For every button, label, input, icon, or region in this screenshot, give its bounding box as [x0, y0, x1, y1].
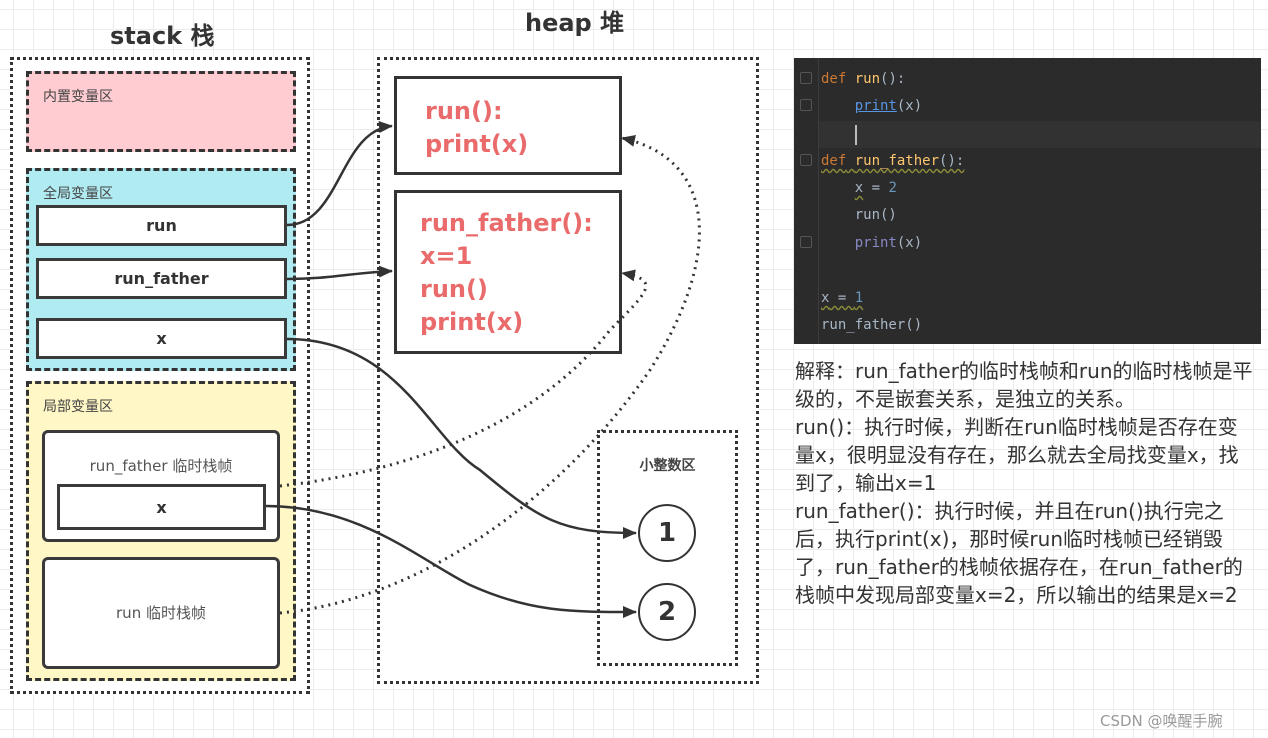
- small-int-2[interactable]: 2: [638, 583, 696, 641]
- fold-icon[interactable]: [800, 154, 812, 166]
- run-father-frame-label: run_father 临时栈帧: [89, 457, 233, 475]
- local-zone-label: 局部变量区: [43, 399, 113, 415]
- explanation-paragraph: run()：执行时候，判断在run临时栈帧是否存在变量x，很明显没有存在，那么就…: [795, 415, 1239, 495]
- fold-icon[interactable]: [800, 72, 812, 84]
- heap-object-run[interactable]: run(): print(x): [394, 76, 622, 175]
- run-frame-label: run 临时栈帧: [116, 604, 206, 622]
- heap-run-father-line: print(x): [420, 308, 524, 336]
- small-int-1[interactable]: 1: [638, 504, 696, 562]
- local-var-x[interactable]: x: [57, 484, 266, 530]
- global-var-run[interactable]: run: [36, 205, 287, 246]
- global-zone-label: 全局变量区: [43, 186, 113, 202]
- explanation-text: 解释：run_father的临时栈帧和run的临时栈帧是平级的，不是嵌套关系，是…: [795, 357, 1255, 609]
- builtin-zone-label: 内置变量区: [43, 89, 113, 105]
- stack-title: stack 栈: [110, 22, 215, 50]
- watermark: CSDN @唤醒手腕: [1100, 712, 1223, 730]
- code-line: run(): [854, 207, 897, 223]
- fold-icon[interactable]: [800, 236, 812, 248]
- heap-title: heap 堆: [525, 9, 625, 37]
- heap-run-line: run():: [425, 97, 503, 125]
- code-line: run_father(): [821, 317, 923, 333]
- global-var-run-father[interactable]: run_father: [36, 258, 287, 299]
- heap-object-run-father[interactable]: run_father(): x=1 run() print(x): [394, 190, 622, 354]
- code-line: print(x): [854, 98, 923, 114]
- explanation-paragraph: 解释：run_father的临时栈帧和run的临时栈帧是平级的，不是嵌套关系，是…: [795, 359, 1253, 411]
- current-line-highlight: [819, 121, 1261, 148]
- fold-icon[interactable]: [800, 99, 812, 111]
- code-line: x = 1: [821, 290, 864, 306]
- heap-run-father-line: run(): [420, 275, 488, 303]
- text-caret: [855, 125, 857, 145]
- global-var-x[interactable]: x: [36, 318, 287, 359]
- code-line: def run_father():: [821, 153, 965, 169]
- builtin-zone: 内置变量区: [26, 71, 296, 152]
- heap-run-father-line: run_father():: [420, 209, 593, 237]
- code-line: x = 2: [854, 180, 897, 196]
- small-int-zone-label: 小整数区: [639, 458, 696, 474]
- code-line: print(x): [854, 235, 923, 251]
- heap-run-father-line: x=1: [420, 242, 473, 270]
- code-editor[interactable]: def run(): print(x) def run_father(): x …: [794, 58, 1261, 344]
- explanation-paragraph: run_father()：执行时候，并且在run()执行完之后，执行print(…: [795, 499, 1243, 607]
- heap-run-line: print(x): [425, 130, 529, 158]
- run-frame[interactable]: run 临时栈帧: [42, 557, 280, 669]
- code-line: def run():: [821, 71, 906, 87]
